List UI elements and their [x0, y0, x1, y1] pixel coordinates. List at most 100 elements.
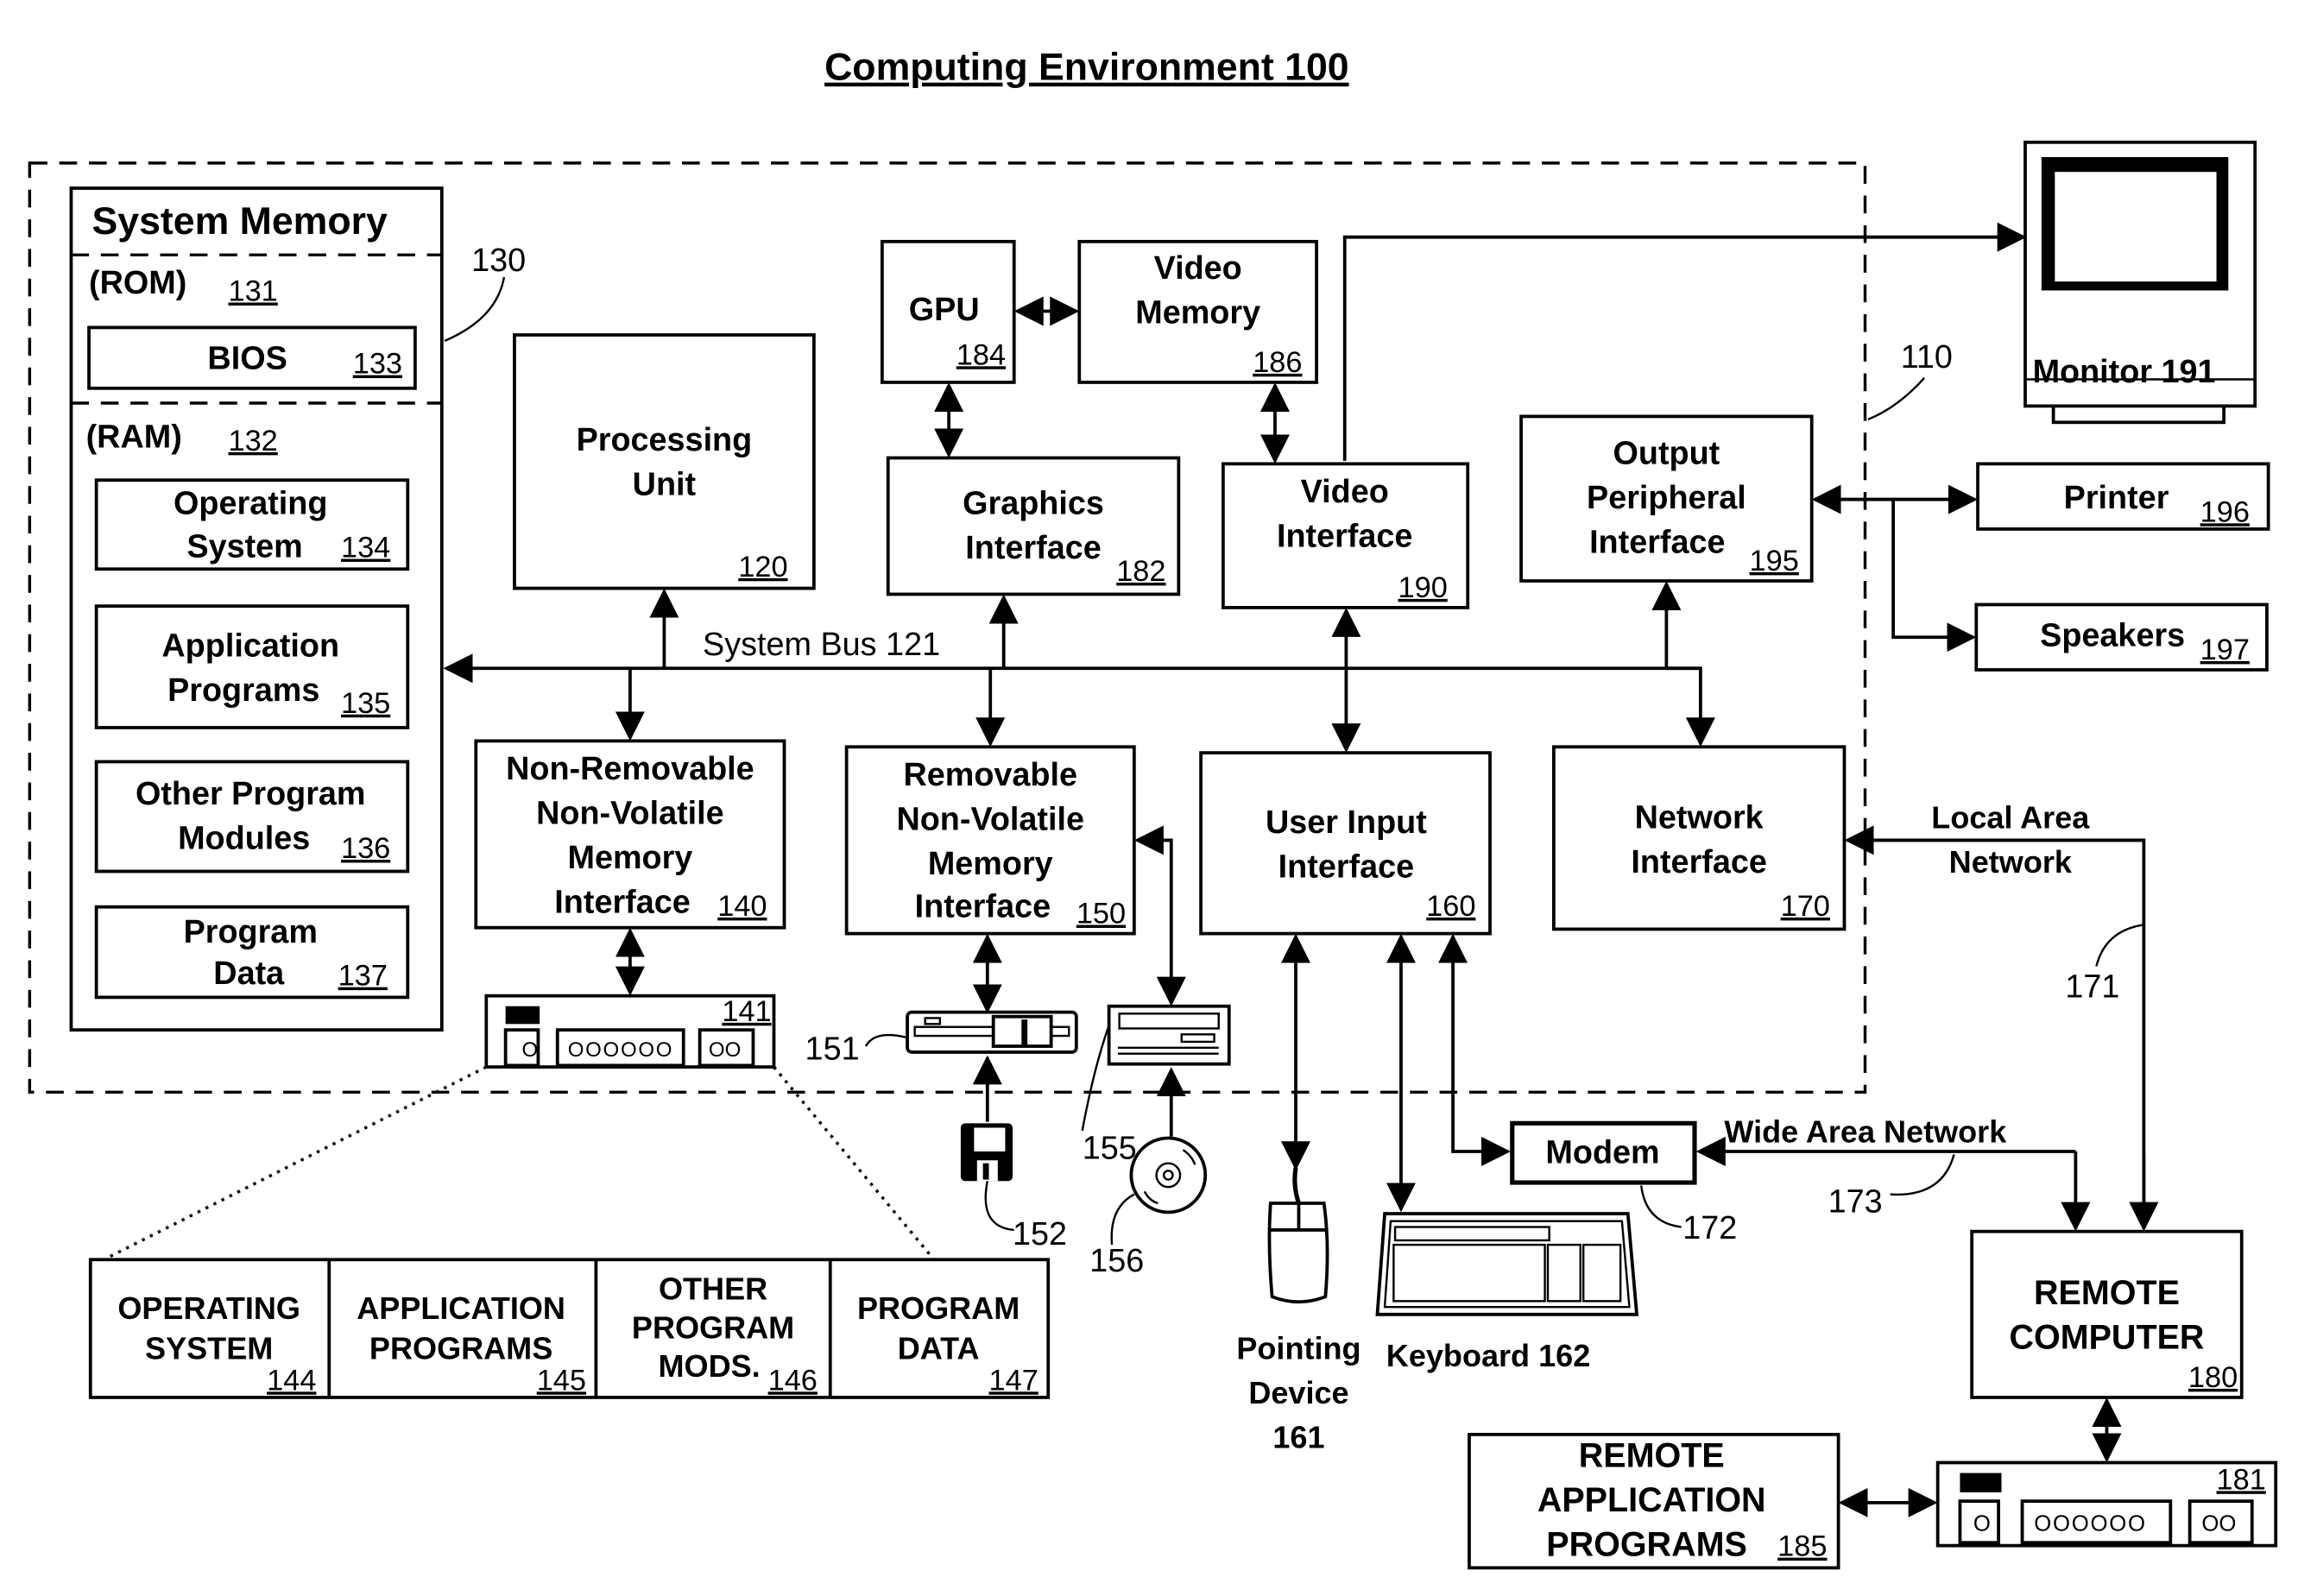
memory-item-program-data: Program Data 137 [94, 905, 410, 1000]
svg-text:Modem: Modem [1545, 1135, 1659, 1171]
svg-text:O: O [1973, 1511, 1991, 1536]
svg-text:Programs: Programs [167, 672, 319, 709]
svg-text:146: 146 [768, 1364, 818, 1397]
svg-text:Interface: Interface [1589, 524, 1725, 560]
memory-item-application-programs: Application Programs 135 [94, 604, 410, 729]
svg-text:Interface: Interface [915, 889, 1051, 925]
optical-drive-icon [1107, 1004, 1231, 1066]
computer-ref-leader [1867, 376, 1926, 420]
svg-text:System: System [186, 529, 302, 565]
svg-text:O: O [522, 1038, 539, 1062]
system-bus-label: System Bus 121 [703, 627, 940, 663]
bios-label: BIOS [207, 340, 287, 376]
svg-text:OOOOOO: OOOOOO [2034, 1511, 2147, 1536]
svg-text:145: 145 [537, 1364, 586, 1397]
floppy-drive-leader [864, 1033, 906, 1047]
svg-text:COMPUTER: COMPUTER [2009, 1318, 2204, 1356]
expansion-line-left [103, 1065, 488, 1261]
lan-ref: 171 [2065, 968, 2119, 1005]
wan-label: Wide Area Network [1724, 1114, 2007, 1150]
svg-text:Peripheral: Peripheral [1587, 480, 1746, 516]
svg-text:OTHER: OTHER [659, 1271, 767, 1307]
svg-text:Interface: Interface [965, 530, 1101, 566]
computer-ref: 110 [1901, 339, 1953, 375]
svg-text:136: 136 [341, 832, 390, 865]
svg-text:137: 137 [338, 960, 388, 993]
svg-text:Program: Program [184, 914, 318, 950]
svg-text:120: 120 [738, 551, 787, 584]
system-memory-label: System Memory [92, 200, 388, 243]
floppy-drive-icon [906, 1010, 1078, 1054]
svg-text:196: 196 [2200, 495, 2250, 528]
pointing-device-line3: 161 [1272, 1419, 1324, 1454]
optical-drive-ref: 155 [1083, 1131, 1137, 1167]
svg-text:PROGRAMS: PROGRAMS [1546, 1526, 1747, 1564]
svg-text:APPLICATION: APPLICATION [357, 1290, 565, 1326]
bios-num: 133 [353, 348, 402, 381]
svg-text:REMOTE: REMOTE [1579, 1437, 1725, 1475]
system-memory-block: System Memory (ROM) 131 BIOS 133 (RAM) 1… [69, 186, 444, 1032]
hard-disk-icon: O OOOOOO OO 141 [484, 994, 776, 1069]
svg-text:182: 182 [1116, 555, 1165, 588]
memory-item-other-program-modules: Other Program Modules 136 [94, 760, 410, 874]
wan-ref-leader [1890, 1154, 1955, 1196]
svg-text:Data: Data [213, 956, 285, 992]
svg-text:User Input: User Input [1266, 804, 1427, 841]
svg-text:Interface: Interface [1277, 519, 1412, 555]
ram-num: 132 [228, 425, 277, 457]
svg-text:144: 144 [267, 1364, 316, 1397]
video-interface-block: Video Interface 190 [1221, 462, 1470, 609]
rom-label: (ROM) [89, 265, 186, 301]
svg-text:Non-Volatile: Non-Volatile [536, 796, 724, 832]
lan-ref-leader [2095, 924, 2144, 967]
optical-disc-leader [1110, 1193, 1135, 1246]
network-interface-block: Network Interface 170 [1551, 745, 1847, 931]
svg-text:150: 150 [1076, 898, 1126, 930]
lan-link [1844, 825, 2146, 1229]
svg-text:197: 197 [2200, 634, 2250, 666]
svg-text:Interface: Interface [1278, 848, 1414, 885]
svg-text:Application: Application [161, 628, 339, 665]
svg-text:147: 147 [989, 1364, 1039, 1397]
svg-text:186: 186 [1253, 346, 1302, 379]
remote-computer-block: REMOTE COMPUTER 180 [1970, 1229, 2244, 1399]
diagram-title: Computing Environment 100 [824, 47, 1349, 89]
user-input-to-modem-link [1438, 933, 1512, 1166]
svg-text:GPU: GPU [909, 292, 980, 328]
svg-text:160: 160 [1426, 890, 1475, 923]
floppy-disk-leader [984, 1181, 1014, 1232]
svg-text:Interface: Interface [1631, 844, 1766, 880]
lan-label-line1: Local Area [1931, 800, 2090, 836]
svg-text:Non-Volatile: Non-Volatile [896, 801, 1084, 837]
computing-environment-diagram: Computing Environment 100 110 System Mem… [28, 47, 2278, 1570]
svg-text:180: 180 [2188, 1361, 2238, 1394]
optical-disc-icon [1129, 1136, 1208, 1214]
svg-text:Memory: Memory [928, 846, 1053, 882]
optical-drive-leader [1081, 1025, 1110, 1132]
system-memory-ref: 130 [471, 243, 526, 279]
svg-text:PROGRAM: PROGRAM [632, 1309, 794, 1345]
svg-text:PROGRAM: PROGRAM [857, 1290, 1020, 1326]
graphics-interface-block: Graphics Interface 182 [886, 456, 1181, 596]
expansion-line-right [773, 1066, 936, 1261]
user-input-interface-block: User Input Interface 160 [1199, 751, 1492, 936]
svg-text:Memory: Memory [1135, 294, 1260, 331]
rom-num: 131 [228, 275, 277, 308]
svg-text:Non-Removable: Non-Removable [506, 751, 754, 787]
svg-text:Operating: Operating [174, 486, 327, 522]
modem-ref-leader [1639, 1185, 1682, 1228]
remote-disk-num: 181 [2217, 1463, 2266, 1496]
printer-block: Printer 196 [1976, 462, 2270, 531]
mouse-icon [1267, 1167, 1329, 1304]
svg-text:Other Program: Other Program [136, 776, 366, 812]
svg-text:APPLICATION: APPLICATION [1537, 1481, 1766, 1519]
svg-text:Network: Network [1635, 800, 1765, 836]
remote-disk-icon: O OOOOOO OO 181 [1935, 1460, 2278, 1548]
svg-text:DATA: DATA [898, 1330, 980, 1366]
floppy-disk-ref: 152 [1013, 1216, 1067, 1252]
svg-text:Memory: Memory [567, 840, 692, 876]
remote-application-programs-block: REMOTE APPLICATION PROGRAMS 185 [1468, 1432, 1840, 1570]
svg-text:Unit: Unit [633, 466, 697, 502]
svg-text:Modules: Modules [178, 821, 310, 857]
bus-to-network [1666, 666, 1715, 748]
